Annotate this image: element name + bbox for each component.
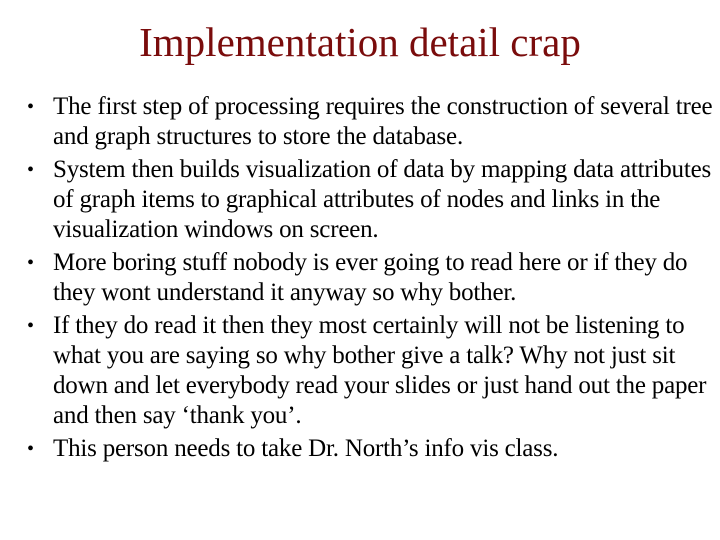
bullet-text: The first step of processing requires th…	[53, 93, 713, 150]
bullet-item: • More boring stuff nobody is ever going…	[24, 248, 718, 308]
bullet-item: • System then builds visualization of da…	[24, 155, 718, 245]
bullet-icon: •	[27, 159, 34, 181]
bullet-item: • If they do read it then they most cert…	[24, 311, 718, 431]
bullet-text: More boring stuff nobody is ever going t…	[53, 249, 688, 306]
slide-title: Implementation detail crap	[139, 19, 581, 65]
bullet-icon: •	[27, 438, 34, 460]
bullet-list: • The first step of processing requires …	[24, 92, 718, 467]
bullet-icon: •	[27, 252, 34, 274]
bullet-item: • This person needs to take Dr. North’s …	[24, 434, 718, 464]
bullet-icon: •	[27, 96, 34, 118]
bullet-text: This person needs to take Dr. North’s in…	[53, 435, 559, 462]
bullet-text: If they do read it then they most certai…	[53, 312, 707, 429]
bullet-text: System then builds visualization of data…	[53, 156, 711, 243]
bullet-icon: •	[27, 315, 34, 337]
bullet-item: • The first step of processing requires …	[24, 92, 718, 152]
